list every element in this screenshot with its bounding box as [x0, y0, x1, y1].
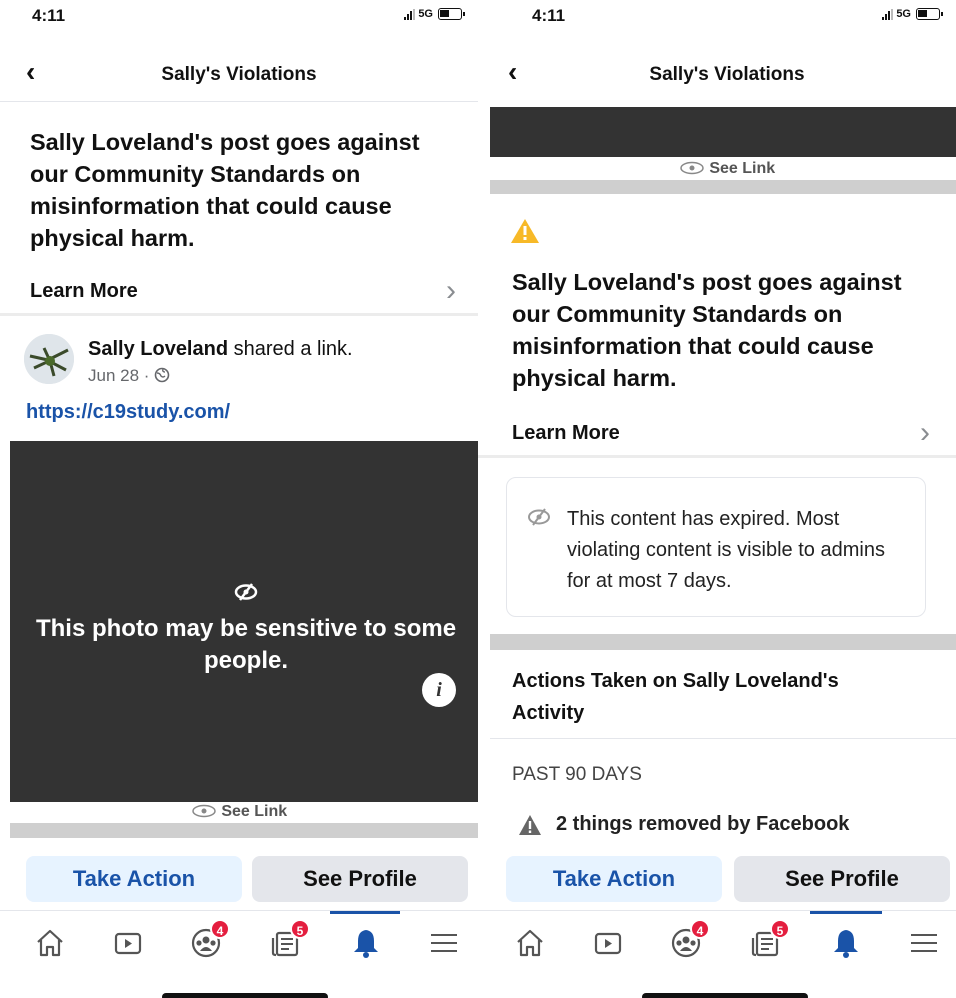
learn-more-row[interactable]: Learn More › — [0, 268, 478, 316]
tab-selected-indicator — [810, 911, 882, 914]
tab-selected-indicator — [330, 911, 400, 914]
actions-taken-title: Actions Taken on Sally Loveland's Activi… — [512, 670, 839, 724]
globe-icon — [154, 367, 170, 383]
sensitive-photo-cover[interactable] — [490, 107, 956, 157]
home-icon — [517, 929, 543, 957]
period-label: PAST 90 DAYS — [512, 764, 642, 785]
post-meta: Jun 28 · — [88, 366, 170, 386]
news-badge: 5 — [290, 919, 310, 939]
chevron-right-icon: › — [920, 416, 930, 449]
author-name[interactable]: Sally Loveland — [88, 338, 228, 360]
removed-text: 2 things removed by Facebook — [556, 813, 850, 835]
action-buttons: Take Action See Profile — [0, 838, 478, 910]
tab-news[interactable]: 5 — [268, 919, 310, 961]
expired-content-notice: This content has expired. Most violating… — [506, 477, 926, 617]
learn-more-label: Learn More — [512, 422, 620, 444]
post-action: shared a link. — [228, 338, 353, 360]
menu-icon — [431, 934, 457, 952]
tab-bar: 4 5 — [0, 910, 478, 972]
see-link-label: See Link — [709, 160, 776, 177]
violation-headline: Sally Loveland's post goes against our C… — [512, 269, 902, 391]
sensitive-photo-cover[interactable]: This photo may be sensitive to some peop… — [10, 441, 478, 802]
eye-slash-icon — [234, 583, 258, 601]
video-icon — [594, 932, 622, 955]
battery-icon — [916, 8, 943, 20]
take-action-button[interactable]: Take Action — [26, 856, 242, 902]
tab-bar: 4 5 — [478, 910, 956, 972]
violation-headline: Sally Loveland's post goes against our C… — [30, 129, 420, 251]
network-label: 5G — [896, 8, 911, 20]
removed-count-row[interactable]: 2 things removed by Facebook — [518, 813, 849, 836]
battery-icon — [438, 8, 465, 20]
post-link[interactable]: https://c19study.com/ — [26, 401, 230, 424]
menu-icon — [911, 934, 937, 952]
home-indicator[interactable] — [642, 993, 808, 998]
avatar-image — [24, 334, 74, 384]
tab-groups[interactable]: 4 — [188, 919, 230, 961]
status-time: 4:11 — [532, 6, 566, 25]
see-link-button[interactable]: See Link — [498, 160, 956, 178]
post-date: Jun 28 · — [88, 366, 150, 385]
see-profile-button[interactable]: See Profile — [734, 856, 950, 902]
tab-notifications[interactable] — [348, 925, 384, 961]
groups-badge: 4 — [690, 919, 710, 939]
avatar[interactable] — [24, 334, 74, 384]
page-title: Sally's Violations — [649, 64, 805, 85]
section-divider — [10, 823, 478, 839]
tab-watch[interactable] — [590, 925, 626, 961]
info-icon[interactable]: i — [422, 673, 456, 707]
tab-home[interactable] — [32, 925, 68, 961]
video-icon — [114, 932, 142, 955]
nav-bar: ‹ Sally's Violations — [478, 46, 956, 102]
sensitive-warning-text: This photo may be sensitive to some peop… — [35, 615, 457, 674]
see-profile-button[interactable]: See Profile — [252, 856, 468, 902]
status-bar: 4:11 5G — [0, 0, 478, 36]
tab-watch[interactable] — [110, 925, 146, 961]
signal-icon — [404, 8, 416, 20]
bell-icon — [354, 930, 378, 958]
eye-icon — [680, 161, 704, 175]
divider — [490, 738, 956, 739]
signal-icon — [882, 8, 894, 20]
chevron-right-icon: › — [446, 274, 456, 307]
action-buttons: Take Action See Profile — [478, 838, 956, 910]
phone-screen-left: 4:11 5G ‹ Sally's Violations Sally Lovel… — [0, 0, 478, 998]
see-link-button[interactable]: See Link — [0, 803, 478, 821]
status-icons: 5G — [882, 8, 943, 20]
status-time: 4:11 — [32, 6, 66, 25]
eye-slash-icon — [528, 508, 550, 526]
nav-bar: ‹ Sally's Violations — [0, 46, 478, 102]
news-badge: 5 — [770, 919, 790, 939]
learn-more-row[interactable]: Learn More › — [478, 410, 956, 458]
groups-badge: 4 — [210, 919, 230, 939]
see-link-label: See Link — [221, 803, 288, 820]
post-header: Sally Loveland shared a link. — [88, 338, 353, 361]
phone-screen-right: 4:11 5G ‹ Sally's Violations See Link Sa… — [478, 0, 956, 998]
tab-home[interactable] — [512, 925, 548, 961]
home-icon — [37, 929, 63, 957]
tab-menu[interactable] — [426, 925, 462, 961]
home-indicator[interactable] — [162, 993, 328, 998]
tab-notifications[interactable] — [828, 925, 864, 961]
expired-text: This content has expired. Most violating… — [567, 508, 885, 592]
eye-icon — [192, 804, 216, 818]
take-action-button[interactable]: Take Action — [506, 856, 722, 902]
status-icons: 5G — [404, 8, 465, 20]
learn-more-label: Learn More — [30, 280, 138, 302]
page-title: Sally's Violations — [161, 64, 317, 85]
tab-groups[interactable]: 4 — [668, 919, 710, 961]
section-divider — [490, 634, 956, 650]
bell-icon — [834, 930, 858, 958]
status-bar: 4:11 5G — [478, 0, 956, 36]
warning-icon — [510, 218, 540, 249]
tab-news[interactable]: 5 — [748, 919, 790, 961]
section-divider — [490, 180, 956, 194]
tab-menu[interactable] — [906, 925, 942, 961]
warning-outline-icon — [519, 814, 541, 835]
network-label: 5G — [418, 8, 433, 20]
